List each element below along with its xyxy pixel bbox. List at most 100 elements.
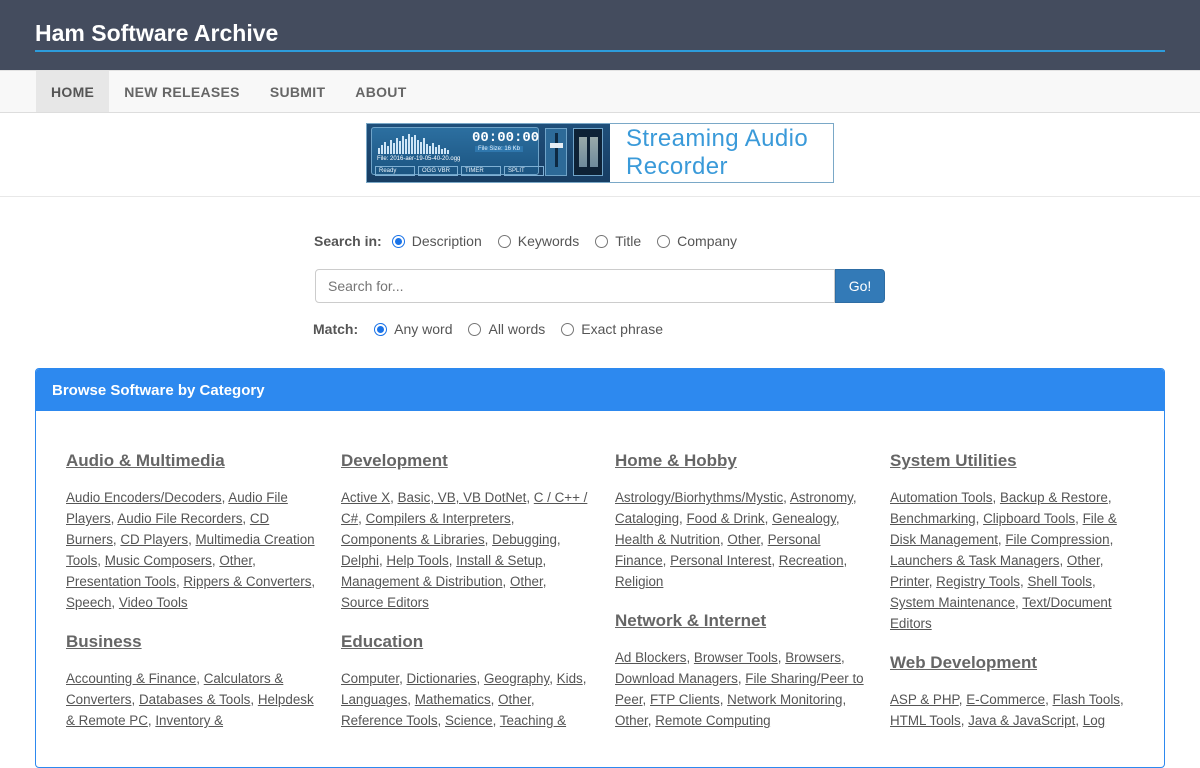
category-title[interactable]: Audio & Multimedia bbox=[66, 450, 316, 472]
subcategory-link[interactable]: Other bbox=[510, 574, 543, 589]
subcategory-link[interactable]: Health & Nutrition bbox=[615, 532, 720, 547]
radio-icon[interactable] bbox=[561, 322, 575, 336]
subcategory-link[interactable]: Debugging bbox=[492, 532, 557, 547]
search-field-keywords[interactable]: Keywords bbox=[497, 233, 579, 249]
radio-icon[interactable] bbox=[374, 322, 388, 336]
subcategory-link[interactable]: Audio Encoders/Decoders bbox=[66, 490, 222, 505]
search-field-description[interactable]: Description bbox=[391, 233, 482, 249]
nav-about[interactable]: ABOUT bbox=[340, 71, 421, 112]
subcategory-link[interactable]: Music Composers bbox=[105, 553, 212, 568]
subcategory-link[interactable]: Other bbox=[219, 553, 252, 568]
subcategory-link[interactable]: File Compression bbox=[1005, 532, 1109, 547]
subcategory-link[interactable]: Kids bbox=[557, 671, 583, 686]
subcategory-link[interactable]: HTML Tools bbox=[890, 713, 961, 728]
subcategory-link[interactable]: Benchmarking bbox=[890, 511, 976, 526]
subcategory-link[interactable]: Languages bbox=[341, 692, 407, 707]
radio-icon[interactable] bbox=[468, 322, 482, 336]
subcategory-link[interactable]: Download Managers bbox=[615, 671, 738, 686]
subcategory-link[interactable]: Active X bbox=[341, 490, 390, 505]
subcategory-link[interactable]: Presentation Tools bbox=[66, 574, 176, 589]
category-title[interactable]: Development bbox=[341, 450, 591, 472]
subcategory-link[interactable]: Dictionaries bbox=[407, 671, 477, 686]
subcategory-link[interactable]: Rippers & Converters bbox=[183, 574, 311, 589]
subcategory-link[interactable]: Clipboard Tools bbox=[983, 511, 1075, 526]
subcategory-link[interactable]: Backup & Restore bbox=[1000, 490, 1108, 505]
go-button[interactable]: Go! bbox=[835, 269, 885, 303]
subcategory-link[interactable]: Automation Tools bbox=[890, 490, 992, 505]
subcategory-link[interactable]: Reference Tools bbox=[341, 713, 438, 728]
subcategory-link[interactable]: Other bbox=[727, 532, 760, 547]
subcategory-link[interactable]: Mathematics bbox=[415, 692, 491, 707]
category-title[interactable]: Network & Internet bbox=[615, 610, 865, 632]
subcategory-link[interactable]: Food & Drink bbox=[686, 511, 764, 526]
category-title[interactable]: System Utilities bbox=[890, 450, 1140, 472]
radio-icon[interactable] bbox=[391, 234, 405, 248]
streaming-audio-recorder-ad[interactable]: 00:00:00 File Size: 16 Kb File: 2016-aer… bbox=[366, 123, 834, 183]
subcategory-link[interactable]: Management & Distribution bbox=[341, 574, 503, 589]
subcategory-link[interactable]: System Maintenance bbox=[890, 595, 1015, 610]
subcategory-link[interactable]: Delphi bbox=[341, 553, 379, 568]
subcategory-link[interactable]: Remote Computing bbox=[655, 713, 770, 728]
category-title[interactable]: Business bbox=[66, 631, 316, 653]
subcategory-link[interactable]: Other bbox=[615, 713, 648, 728]
match-exact-phrase[interactable]: Exact phrase bbox=[561, 321, 663, 337]
category-title[interactable]: Web Development bbox=[890, 652, 1140, 674]
subcategory-link[interactable]: Astronomy bbox=[790, 490, 853, 505]
subcategory-link[interactable]: Audio File Recorders bbox=[117, 511, 242, 526]
search-input[interactable] bbox=[315, 269, 835, 303]
subcategory-link[interactable]: Recreation bbox=[779, 553, 844, 568]
subcategory-link[interactable]: Personal Interest bbox=[670, 553, 771, 568]
subcategory-link[interactable]: Log bbox=[1083, 713, 1105, 728]
subcategory-link[interactable]: Help Tools bbox=[386, 553, 448, 568]
radio-icon[interactable] bbox=[497, 234, 511, 248]
subcategory-link[interactable]: Source Editors bbox=[341, 595, 429, 610]
subcategory-link[interactable]: Astrology/Biorhythms/Mystic bbox=[615, 490, 783, 505]
subcategory-link[interactable]: Other bbox=[498, 692, 531, 707]
subcategory-link[interactable]: Genealogy bbox=[772, 511, 836, 526]
subcategory-link[interactable]: Browser Tools bbox=[694, 650, 778, 665]
nav-new-releases[interactable]: NEW RELEASES bbox=[109, 71, 255, 112]
category-title[interactable]: Home & Hobby bbox=[615, 450, 865, 472]
subcategory-link[interactable]: Shell Tools bbox=[1027, 574, 1092, 589]
subcategory-link[interactable]: CD Players bbox=[120, 532, 188, 547]
subcategory-link[interactable]: Databases & Tools bbox=[139, 692, 250, 707]
subcategory-link[interactable]: Computer bbox=[341, 671, 399, 686]
subcategory-link[interactable]: Compilers & Interpreters bbox=[366, 511, 511, 526]
subcategory-link[interactable]: Accounting & Finance bbox=[66, 671, 196, 686]
match-all-words[interactable]: All words bbox=[468, 321, 545, 337]
subcategory-link[interactable]: Flash Tools bbox=[1053, 692, 1120, 707]
nav-submit[interactable]: SUBMIT bbox=[255, 71, 340, 112]
match-any-word[interactable]: Any word bbox=[374, 321, 452, 337]
subcategory-link[interactable]: Install & Setup bbox=[456, 553, 542, 568]
subcategory-link[interactable]: Browsers bbox=[785, 650, 841, 665]
nav-home[interactable]: HOME bbox=[36, 71, 110, 112]
subcategory-link[interactable]: Basic, VB, VB DotNet bbox=[398, 490, 527, 505]
subcategory-list: Ad Blockers, Browser Tools, Browsers, Do… bbox=[615, 650, 864, 728]
category-title[interactable]: Education bbox=[341, 631, 591, 653]
subcategory-link[interactable]: FTP Clients bbox=[650, 692, 720, 707]
subcategory-link[interactable]: Launchers & Task Managers bbox=[890, 553, 1059, 568]
spectrum-bar bbox=[384, 142, 386, 154]
search-field-title[interactable]: Title bbox=[595, 233, 641, 249]
subcategory-link[interactable]: Network Monitoring bbox=[727, 692, 842, 707]
subcategory-link[interactable]: Teaching & bbox=[500, 713, 566, 728]
subcategory-link[interactable]: Geography bbox=[484, 671, 549, 686]
subcategory-link[interactable]: Science bbox=[445, 713, 493, 728]
subcategory-link[interactable]: Speech bbox=[66, 595, 111, 610]
subcategory-link[interactable]: ASP & PHP bbox=[890, 692, 959, 707]
subcategory-link[interactable]: Other bbox=[1067, 553, 1100, 568]
radio-icon[interactable] bbox=[595, 234, 609, 248]
search-field-company[interactable]: Company bbox=[657, 233, 737, 249]
subcategory-link[interactable]: Ad Blockers bbox=[615, 650, 686, 665]
subcategory-link[interactable]: Registry Tools bbox=[936, 574, 1020, 589]
subcategory-link[interactable]: Printer bbox=[890, 574, 929, 589]
subcategory-link[interactable]: Inventory & bbox=[155, 713, 223, 728]
subcategory-link[interactable]: Components & Libraries bbox=[341, 532, 485, 547]
subcategory-link[interactable]: Video Tools bbox=[119, 595, 188, 610]
site-title[interactable]: Ham Software Archive bbox=[35, 19, 1165, 52]
subcategory-link[interactable]: Cataloging bbox=[615, 511, 679, 526]
subcategory-link[interactable]: Religion bbox=[615, 574, 663, 589]
subcategory-link[interactable]: Java & JavaScript bbox=[968, 713, 1075, 728]
radio-icon[interactable] bbox=[657, 234, 671, 248]
subcategory-link[interactable]: E-Commerce bbox=[966, 692, 1045, 707]
